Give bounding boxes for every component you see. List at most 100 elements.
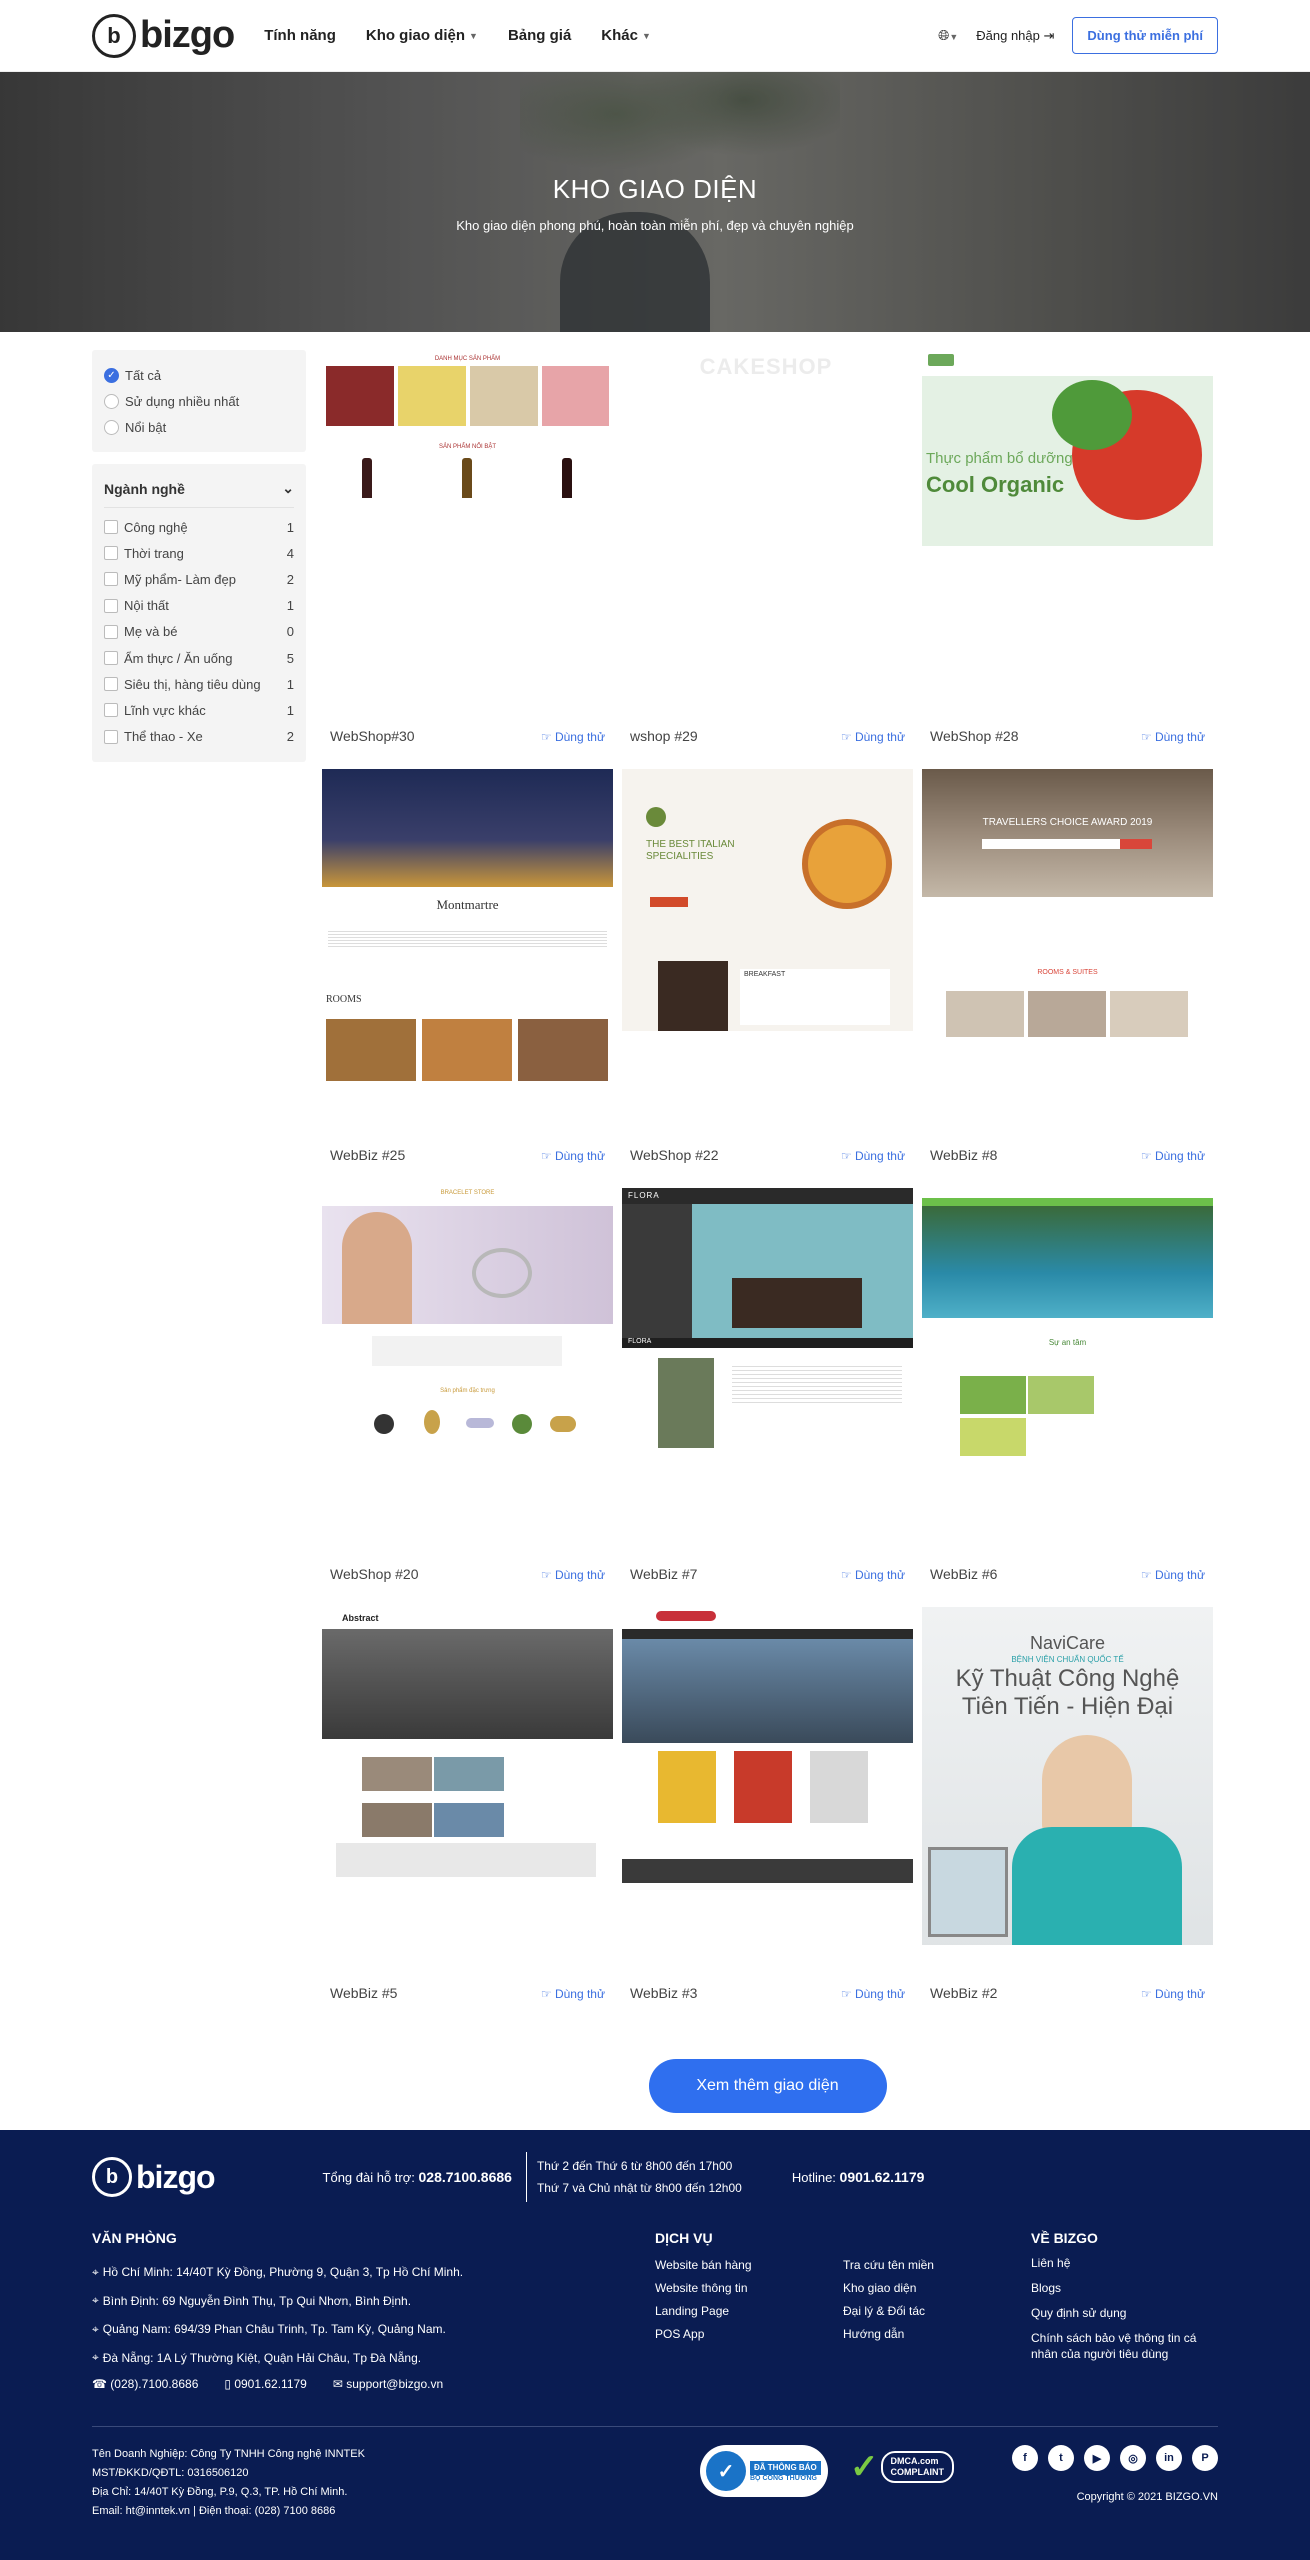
template-thumbnail[interactable]: NaviCare BỆNH VIỆN CHUẨN QUỐC TẾ Kỹ Thuậ… [922, 1607, 1213, 1945]
service-link[interactable]: Hướng dẫn [843, 2327, 1031, 2341]
template-thumbnail[interactable]: Sự an tâm [922, 1188, 1213, 1526]
instagram-icon[interactable]: ◎ [1120, 2445, 1146, 2471]
try-template-link[interactable]: ☞ Dùng thử [541, 730, 605, 744]
template-thumbnail[interactable] [622, 1607, 913, 1945]
linkedin-icon[interactable]: in [1156, 2445, 1182, 2471]
checkbox[interactable] [104, 624, 118, 639]
template-name: WebBiz #7 [630, 1566, 698, 1582]
nav-features[interactable]: Tính năng [264, 27, 336, 44]
free-trial-button[interactable]: Dùng thử miễn phí [1072, 17, 1218, 54]
try-template-link[interactable]: ☞ Dùng thử [841, 1568, 905, 1582]
template-thumbnail[interactable]: FLORA FLORA [622, 1188, 913, 1526]
about-link[interactable]: Chính sách bảo vệ thông tin cá nhân của … [1031, 2330, 1218, 2362]
try-template-link[interactable]: ☞ Dùng thử [841, 1987, 905, 2001]
template-thumbnail[interactable]: CAKESHOP [622, 350, 913, 688]
template-name: WebBiz #8 [930, 1147, 998, 1163]
load-more-button[interactable]: Xem thêm giao diện [648, 2059, 887, 2113]
service-link[interactable]: Website thông tin [655, 2281, 843, 2295]
try-template-link[interactable]: ☞ Dùng thử [541, 1568, 605, 1582]
hotline: Hotline: 0901.62.1179 [791, 2169, 925, 2185]
template-thumbnail[interactable]: DANH MỤC SẢN PHẨM SẢN PHẨM NỔI BẬT [322, 350, 613, 688]
about-link[interactable]: Liên hệ [1031, 2255, 1218, 2271]
template-thumbnail[interactable]: BRACELET STORE Sản phẩm đặc trưng [322, 1188, 613, 1526]
facebook-icon[interactable]: f [1012, 2445, 1038, 2471]
email-contact[interactable]: ✉ support@bizgo.vn [333, 2377, 443, 2391]
category-item[interactable]: Lĩnh vực khác 1 [104, 697, 294, 723]
category-item[interactable]: Mẹ và bé 0 [104, 619, 294, 645]
service-link[interactable]: Landing Page [655, 2304, 843, 2318]
try-template-link[interactable]: ☞ Dùng thử [541, 1987, 605, 2001]
category-item[interactable]: Thể thao - Xe 2 [104, 724, 294, 750]
sort-option-most-used[interactable]: Sử dụng nhiều nhất [104, 388, 294, 414]
dmca-badge[interactable]: ✓ DMCA.com COMPLAINT [850, 2445, 982, 2489]
about-link[interactable]: Blogs [1031, 2280, 1218, 2296]
nav-more[interactable]: Khác ▼ [601, 27, 651, 44]
service-link[interactable]: POS App [655, 2327, 843, 2341]
language-globe-icon[interactable]: 🌐︎▼ [938, 27, 958, 44]
footer-logo[interactable]: b bizgo [92, 2157, 216, 2197]
nav-themes[interactable]: Kho giao diện ▼ [366, 27, 478, 44]
template-card: CAKESHOP wshop #29 ☞ Dùng thử [622, 350, 913, 769]
sort-option-featured[interactable]: Nổi bật [104, 414, 294, 440]
checkbox[interactable] [104, 677, 118, 692]
checkbox[interactable] [104, 546, 118, 561]
youtube-icon[interactable]: ▶ [1084, 2445, 1110, 2471]
pinterest-icon[interactable]: P [1192, 2445, 1218, 2471]
template-card: WebBiz #3 ☞ Dùng thử [622, 1607, 913, 2026]
template-name: WebBiz #3 [630, 1985, 698, 2001]
office-address: ⌖ Quảng Nam: 694/39 Phan Châu Trinh, Tp. … [92, 2321, 446, 2337]
try-template-link[interactable]: ☞ Dùng thử [1141, 1987, 1205, 2001]
login-link[interactable]: Đăng nhập ⇥ [976, 28, 1054, 44]
about-column: VỀ BIZGO Liên hệ Blogs Quy định sử dụng … [1031, 2230, 1218, 2396]
ministry-registered-badge[interactable]: ✓ ĐÃ THÔNG BÁO BỘ CÔNG THƯƠNG [700, 2445, 828, 2497]
service-link[interactable]: Đại lý & Đối tác [843, 2304, 1031, 2318]
mobile-contact[interactable]: ▯ 0901.62.1179 [224, 2377, 306, 2391]
nav-pricing[interactable]: Bảng giá [508, 27, 571, 44]
site-footer: b bizgo Tổng đài hỗ trợ: 028.7100.8686 T… [0, 2130, 1310, 2560]
template-thumbnail[interactable]: TRAVELLERS CHOICE AWARD 2019 ROOMS & SUI… [922, 769, 1213, 1107]
service-link[interactable]: Kho giao diện [843, 2281, 1031, 2295]
category-item[interactable]: Siêu thị, hàng tiêu dùng 1 [104, 671, 294, 697]
try-template-link[interactable]: ☞ Dùng thử [841, 1149, 905, 1163]
template-thumbnail[interactable]: Abstract [322, 1607, 613, 1945]
category-item[interactable]: Nội thất 1 [104, 593, 294, 619]
phone-contact[interactable]: ☎ (028).7100.8686 [92, 2377, 198, 2391]
template-card: Montmartre ROOMS WebBiz #25 ☞ Dùng thử [322, 769, 613, 1188]
checkbox[interactable] [104, 520, 118, 535]
category-item[interactable]: Thời trang 4 [104, 540, 294, 566]
template-thumbnail[interactable]: Thực phẩm bổ dưỡng Cool Organic [922, 350, 1213, 688]
template-name: wshop #29 [630, 728, 698, 744]
try-template-link[interactable]: ☞ Dùng thử [1141, 1568, 1205, 1582]
check-mark-icon: ✓ [850, 2448, 879, 2486]
sort-option-all[interactable]: ✓ Tất cả [104, 362, 294, 388]
twitter-icon[interactable]: t [1048, 2445, 1074, 2471]
office-address: ⌖ Hồ Chí Minh: 14/40T Kỳ Đồng, Phường 9, … [92, 2264, 464, 2280]
service-link[interactable]: Tra cứu tên miền [843, 2258, 1031, 2272]
category-item[interactable]: Ẩm thực / Ăn uống 5 [104, 645, 294, 671]
category-item[interactable]: Công nghệ 1 [104, 514, 294, 540]
try-template-link[interactable]: ☞ Dùng thử [1141, 1149, 1205, 1163]
try-template-link[interactable]: ☞ Dùng thử [1141, 730, 1205, 744]
map-marker-icon: ⌖ [92, 2321, 99, 2336]
template-name: WebShop #20 [330, 1566, 419, 1582]
site-header: b bizgo Tính năng Kho giao diện ▼ Bảng gi… [0, 0, 1310, 72]
checkbox[interactable] [104, 572, 118, 587]
category-item[interactable]: Mỹ phẩm- Làm đẹp 2 [104, 566, 294, 592]
category-header[interactable]: Ngành nghề ⌄ [104, 476, 294, 508]
checkbox[interactable] [104, 598, 118, 613]
template-card: BRACELET STORE Sản phẩm đặc trưng WebSho… [322, 1188, 613, 1607]
try-template-link[interactable]: ☞ Dùng thử [541, 1149, 605, 1163]
phone-icon: ☎ [92, 2377, 107, 2391]
template-thumbnail[interactable]: THE BEST ITALIAN SPECIALITIES BREAKFAST [622, 769, 913, 1107]
hand-pointer-icon: ☞ [840, 1568, 855, 1582]
template-thumbnail[interactable]: Montmartre ROOMS [322, 769, 613, 1107]
checkbox[interactable] [104, 729, 118, 744]
template-name: WebBiz #25 [330, 1147, 406, 1163]
bizgo-logo[interactable]: b bizgo [92, 13, 235, 58]
checkbox[interactable] [104, 703, 118, 718]
service-link[interactable]: Website bán hàng [655, 2258, 843, 2272]
checkbox[interactable] [104, 651, 118, 666]
try-template-link[interactable]: ☞ Dùng thử [841, 730, 905, 744]
about-link[interactable]: Quy định sử dụng [1031, 2305, 1218, 2321]
map-marker-icon: ⌖ [92, 2293, 99, 2308]
